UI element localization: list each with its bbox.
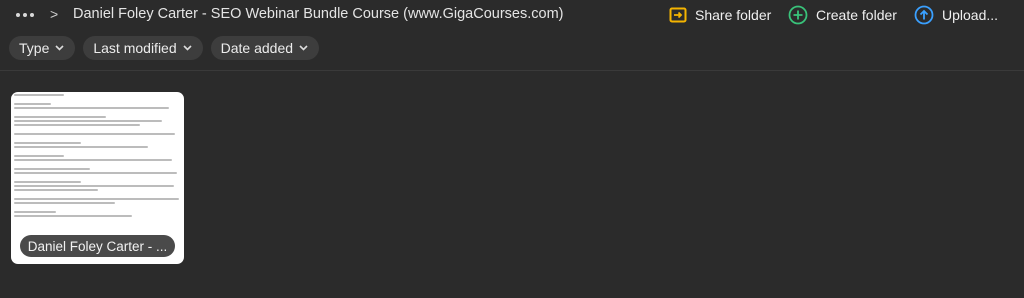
chevron-down-icon: [183, 45, 192, 51]
filter-last-modified[interactable]: Last modified: [83, 36, 203, 60]
more-options-icon[interactable]: [16, 8, 38, 22]
chevron-down-icon: [55, 45, 64, 51]
chevron-down-icon: [299, 45, 308, 51]
filter-date-added[interactable]: Date added: [210, 36, 320, 60]
create-folder-label: Create folder: [816, 7, 897, 23]
plus-circle-icon: [788, 5, 808, 25]
filter-type-label: Type: [19, 40, 50, 56]
share-folder-icon: [669, 7, 687, 23]
folder-title[interactable]: Daniel Foley Carter - SEO Webinar Bundle…: [73, 6, 564, 22]
upload-button[interactable]: Upload...: [914, 5, 998, 25]
filter-type[interactable]: Type: [9, 36, 76, 60]
file-card[interactable]: Daniel Foley Carter - ...: [11, 92, 184, 264]
share-folder-label: Share folder: [695, 7, 772, 23]
upload-label: Upload...: [942, 7, 999, 23]
filter-last-modified-label: Last modified: [93, 40, 177, 56]
header-divider: [0, 70, 1024, 71]
top-bar: > Daniel Foley Carter - SEO Webinar Bund…: [0, 0, 1024, 30]
file-name: Daniel Foley Carter - ...: [20, 235, 175, 257]
upload-arrow-icon: [914, 5, 934, 25]
filter-date-added-label: Date added: [220, 40, 294, 56]
share-folder-button[interactable]: Share folder: [669, 5, 771, 25]
breadcrumb-separator: >: [50, 6, 59, 22]
document-thumbnail: [14, 94, 182, 234]
create-folder-button[interactable]: Create folder: [788, 5, 897, 25]
filter-bar: Type Last modified Date added: [9, 36, 320, 60]
